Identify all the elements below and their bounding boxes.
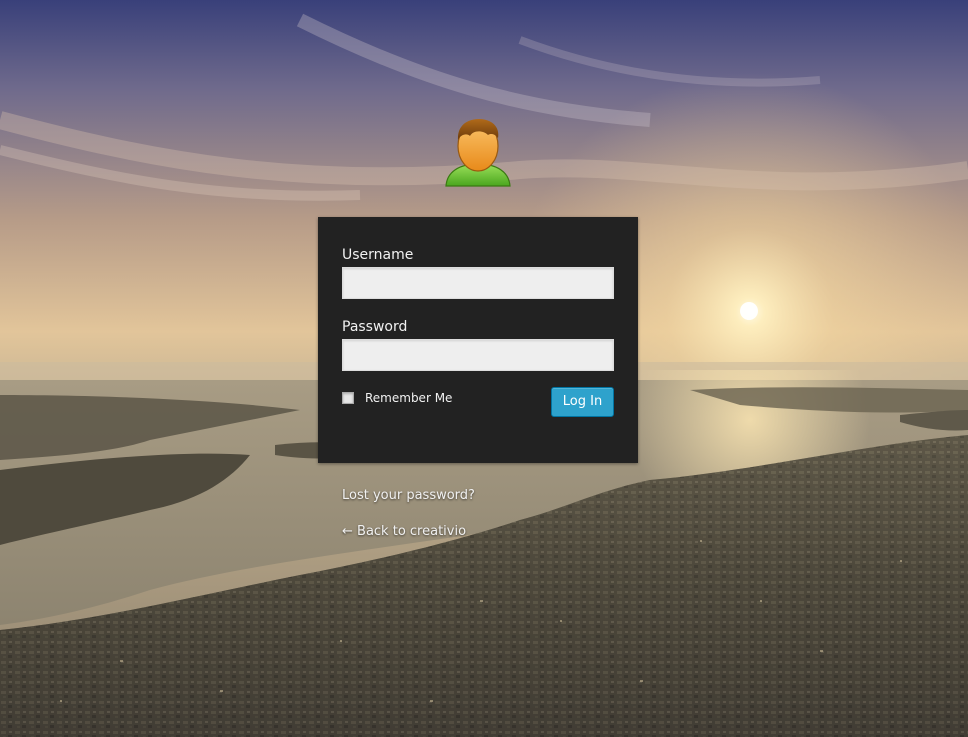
login-page: Username Password Remember Me Log In Los… [0, 0, 968, 737]
user-avatar-icon [445, 119, 511, 187]
login-form: Username Password Remember Me Log In [318, 217, 638, 463]
remember-me-label[interactable]: Remember Me [365, 391, 452, 405]
remember-me-checkbox[interactable] [342, 392, 354, 404]
log-in-button[interactable]: Log In [551, 387, 614, 417]
password-input[interactable] [342, 339, 614, 371]
password-label: Password [342, 319, 408, 335]
username-label: Username [342, 247, 414, 263]
username-input[interactable] [342, 267, 614, 299]
back-to-site-link[interactable]: ← Back to creativio [342, 524, 466, 539]
remember-me-row: Remember Me [342, 390, 452, 406]
lost-password-link[interactable]: Lost your password? [342, 488, 475, 503]
